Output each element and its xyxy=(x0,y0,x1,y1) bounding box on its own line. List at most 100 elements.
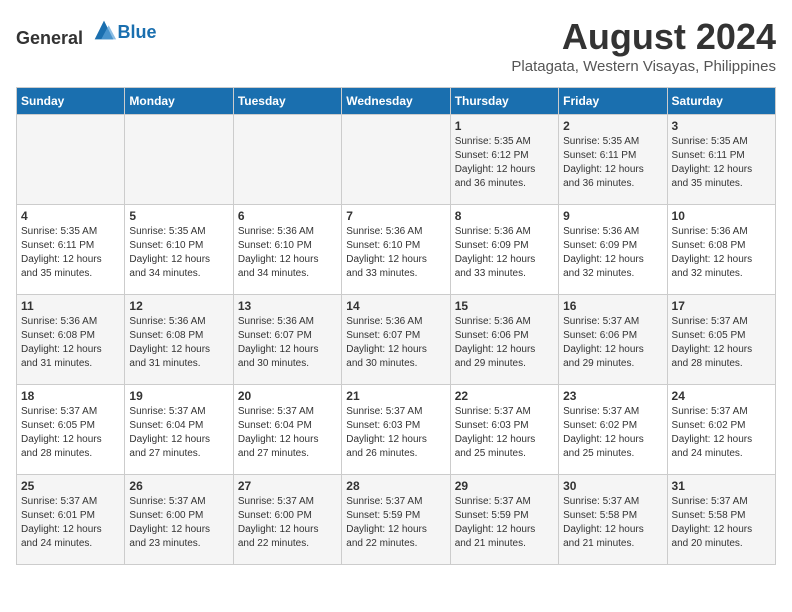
title-area: August 2024 Platagata, Western Visayas, … xyxy=(511,16,776,75)
calendar-cell: 14 Sunrise: 5:36 AM Sunset: 6:07 PM Dayl… xyxy=(342,295,450,385)
calendar-cell: 20 Sunrise: 5:37 AM Sunset: 6:04 PM Dayl… xyxy=(233,385,341,475)
calendar-week-row: 25 Sunrise: 5:37 AM Sunset: 6:01 PM Dayl… xyxy=(17,475,776,565)
day-header-monday: Monday xyxy=(125,88,233,115)
day-info: Sunrise: 5:36 AM Sunset: 6:08 PM Dayligh… xyxy=(672,225,771,281)
day-number: 6 xyxy=(238,209,337,223)
day-info: Sunrise: 5:36 AM Sunset: 6:10 PM Dayligh… xyxy=(238,225,337,281)
day-number: 7 xyxy=(346,209,445,223)
day-info: Sunrise: 5:35 AM Sunset: 6:10 PM Dayligh… xyxy=(129,225,228,281)
day-info: Sunrise: 5:36 AM Sunset: 6:07 PM Dayligh… xyxy=(238,315,337,371)
logo-general-text: General xyxy=(16,28,83,48)
day-info: Sunrise: 5:37 AM Sunset: 5:59 PM Dayligh… xyxy=(455,495,554,551)
logo: General Blue xyxy=(16,16,157,49)
day-info: Sunrise: 5:37 AM Sunset: 6:03 PM Dayligh… xyxy=(455,405,554,461)
page-subtitle: Platagata, Western Visayas, Philippines xyxy=(511,58,776,75)
calendar-cell: 16 Sunrise: 5:37 AM Sunset: 6:06 PM Dayl… xyxy=(559,295,667,385)
calendar-cell: 26 Sunrise: 5:37 AM Sunset: 6:00 PM Dayl… xyxy=(125,475,233,565)
day-info: Sunrise: 5:37 AM Sunset: 6:00 PM Dayligh… xyxy=(129,495,228,551)
day-info: Sunrise: 5:36 AM Sunset: 6:10 PM Dayligh… xyxy=(346,225,445,281)
calendar-cell: 4 Sunrise: 5:35 AM Sunset: 6:11 PM Dayli… xyxy=(17,205,125,295)
calendar-cell: 18 Sunrise: 5:37 AM Sunset: 6:05 PM Dayl… xyxy=(17,385,125,475)
calendar-cell: 30 Sunrise: 5:37 AM Sunset: 5:58 PM Dayl… xyxy=(559,475,667,565)
day-number: 16 xyxy=(563,299,662,313)
day-number: 27 xyxy=(238,479,337,493)
day-info: Sunrise: 5:36 AM Sunset: 6:06 PM Dayligh… xyxy=(455,315,554,371)
day-number: 2 xyxy=(563,119,662,133)
calendar-header-row: SundayMondayTuesdayWednesdayThursdayFrid… xyxy=(17,88,776,115)
calendar-cell: 23 Sunrise: 5:37 AM Sunset: 6:02 PM Dayl… xyxy=(559,385,667,475)
calendar-cell: 13 Sunrise: 5:36 AM Sunset: 6:07 PM Dayl… xyxy=(233,295,341,385)
day-info: Sunrise: 5:35 AM Sunset: 6:11 PM Dayligh… xyxy=(21,225,120,281)
day-info: Sunrise: 5:36 AM Sunset: 6:09 PM Dayligh… xyxy=(563,225,662,281)
calendar-week-row: 18 Sunrise: 5:37 AM Sunset: 6:05 PM Dayl… xyxy=(17,385,776,475)
calendar-cell xyxy=(233,115,341,205)
calendar-cell: 27 Sunrise: 5:37 AM Sunset: 6:00 PM Dayl… xyxy=(233,475,341,565)
calendar-cell: 21 Sunrise: 5:37 AM Sunset: 6:03 PM Dayl… xyxy=(342,385,450,475)
day-info: Sunrise: 5:37 AM Sunset: 6:01 PM Dayligh… xyxy=(21,495,120,551)
calendar-cell: 25 Sunrise: 5:37 AM Sunset: 6:01 PM Dayl… xyxy=(17,475,125,565)
calendar-cell: 6 Sunrise: 5:36 AM Sunset: 6:10 PM Dayli… xyxy=(233,205,341,295)
calendar-cell: 11 Sunrise: 5:36 AM Sunset: 6:08 PM Dayl… xyxy=(17,295,125,385)
day-info: Sunrise: 5:37 AM Sunset: 6:02 PM Dayligh… xyxy=(672,405,771,461)
day-info: Sunrise: 5:35 AM Sunset: 6:11 PM Dayligh… xyxy=(563,135,662,191)
calendar-cell: 12 Sunrise: 5:36 AM Sunset: 6:08 PM Dayl… xyxy=(125,295,233,385)
day-number: 25 xyxy=(21,479,120,493)
day-number: 5 xyxy=(129,209,228,223)
calendar-cell: 29 Sunrise: 5:37 AM Sunset: 5:59 PM Dayl… xyxy=(450,475,558,565)
day-number: 15 xyxy=(455,299,554,313)
calendar-cell: 15 Sunrise: 5:36 AM Sunset: 6:06 PM Dayl… xyxy=(450,295,558,385)
day-header-thursday: Thursday xyxy=(450,88,558,115)
day-info: Sunrise: 5:36 AM Sunset: 6:07 PM Dayligh… xyxy=(346,315,445,371)
day-number: 31 xyxy=(672,479,771,493)
logo-icon xyxy=(90,16,118,44)
day-info: Sunrise: 5:37 AM Sunset: 5:59 PM Dayligh… xyxy=(346,495,445,551)
calendar-cell: 10 Sunrise: 5:36 AM Sunset: 6:08 PM Dayl… xyxy=(667,205,775,295)
calendar-cell: 17 Sunrise: 5:37 AM Sunset: 6:05 PM Dayl… xyxy=(667,295,775,385)
day-info: Sunrise: 5:35 AM Sunset: 6:12 PM Dayligh… xyxy=(455,135,554,191)
calendar-cell: 2 Sunrise: 5:35 AM Sunset: 6:11 PM Dayli… xyxy=(559,115,667,205)
calendar-cell: 8 Sunrise: 5:36 AM Sunset: 6:09 PM Dayli… xyxy=(450,205,558,295)
day-info: Sunrise: 5:37 AM Sunset: 6:05 PM Dayligh… xyxy=(21,405,120,461)
day-header-saturday: Saturday xyxy=(667,88,775,115)
calendar-week-row: 11 Sunrise: 5:36 AM Sunset: 6:08 PM Dayl… xyxy=(17,295,776,385)
day-number: 19 xyxy=(129,389,228,403)
day-number: 11 xyxy=(21,299,120,313)
calendar-cell: 19 Sunrise: 5:37 AM Sunset: 6:04 PM Dayl… xyxy=(125,385,233,475)
day-header-friday: Friday xyxy=(559,88,667,115)
day-info: Sunrise: 5:37 AM Sunset: 6:05 PM Dayligh… xyxy=(672,315,771,371)
calendar-cell: 3 Sunrise: 5:35 AM Sunset: 6:11 PM Dayli… xyxy=(667,115,775,205)
day-number: 28 xyxy=(346,479,445,493)
day-info: Sunrise: 5:37 AM Sunset: 6:00 PM Dayligh… xyxy=(238,495,337,551)
day-number: 1 xyxy=(455,119,554,133)
day-info: Sunrise: 5:36 AM Sunset: 6:08 PM Dayligh… xyxy=(21,315,120,371)
day-number: 17 xyxy=(672,299,771,313)
calendar-cell: 31 Sunrise: 5:37 AM Sunset: 5:58 PM Dayl… xyxy=(667,475,775,565)
day-info: Sunrise: 5:35 AM Sunset: 6:11 PM Dayligh… xyxy=(672,135,771,191)
day-number: 18 xyxy=(21,389,120,403)
calendar-cell: 22 Sunrise: 5:37 AM Sunset: 6:03 PM Dayl… xyxy=(450,385,558,475)
calendar-table: SundayMondayTuesdayWednesdayThursdayFrid… xyxy=(16,87,776,565)
day-info: Sunrise: 5:37 AM Sunset: 6:04 PM Dayligh… xyxy=(129,405,228,461)
day-info: Sunrise: 5:37 AM Sunset: 6:02 PM Dayligh… xyxy=(563,405,662,461)
day-number: 22 xyxy=(455,389,554,403)
calendar-week-row: 1 Sunrise: 5:35 AM Sunset: 6:12 PM Dayli… xyxy=(17,115,776,205)
day-number: 8 xyxy=(455,209,554,223)
day-number: 9 xyxy=(563,209,662,223)
page-title: August 2024 xyxy=(511,16,776,58)
day-header-tuesday: Tuesday xyxy=(233,88,341,115)
day-number: 29 xyxy=(455,479,554,493)
day-number: 24 xyxy=(672,389,771,403)
day-info: Sunrise: 5:37 AM Sunset: 6:03 PM Dayligh… xyxy=(346,405,445,461)
day-number: 20 xyxy=(238,389,337,403)
day-number: 12 xyxy=(129,299,228,313)
calendar-cell xyxy=(17,115,125,205)
calendar-cell: 5 Sunrise: 5:35 AM Sunset: 6:10 PM Dayli… xyxy=(125,205,233,295)
day-number: 14 xyxy=(346,299,445,313)
day-number: 4 xyxy=(21,209,120,223)
calendar-cell: 9 Sunrise: 5:36 AM Sunset: 6:09 PM Dayli… xyxy=(559,205,667,295)
day-number: 13 xyxy=(238,299,337,313)
calendar-cell: 24 Sunrise: 5:37 AM Sunset: 6:02 PM Dayl… xyxy=(667,385,775,475)
day-info: Sunrise: 5:37 AM Sunset: 5:58 PM Dayligh… xyxy=(672,495,771,551)
day-info: Sunrise: 5:37 AM Sunset: 5:58 PM Dayligh… xyxy=(563,495,662,551)
day-header-sunday: Sunday xyxy=(17,88,125,115)
